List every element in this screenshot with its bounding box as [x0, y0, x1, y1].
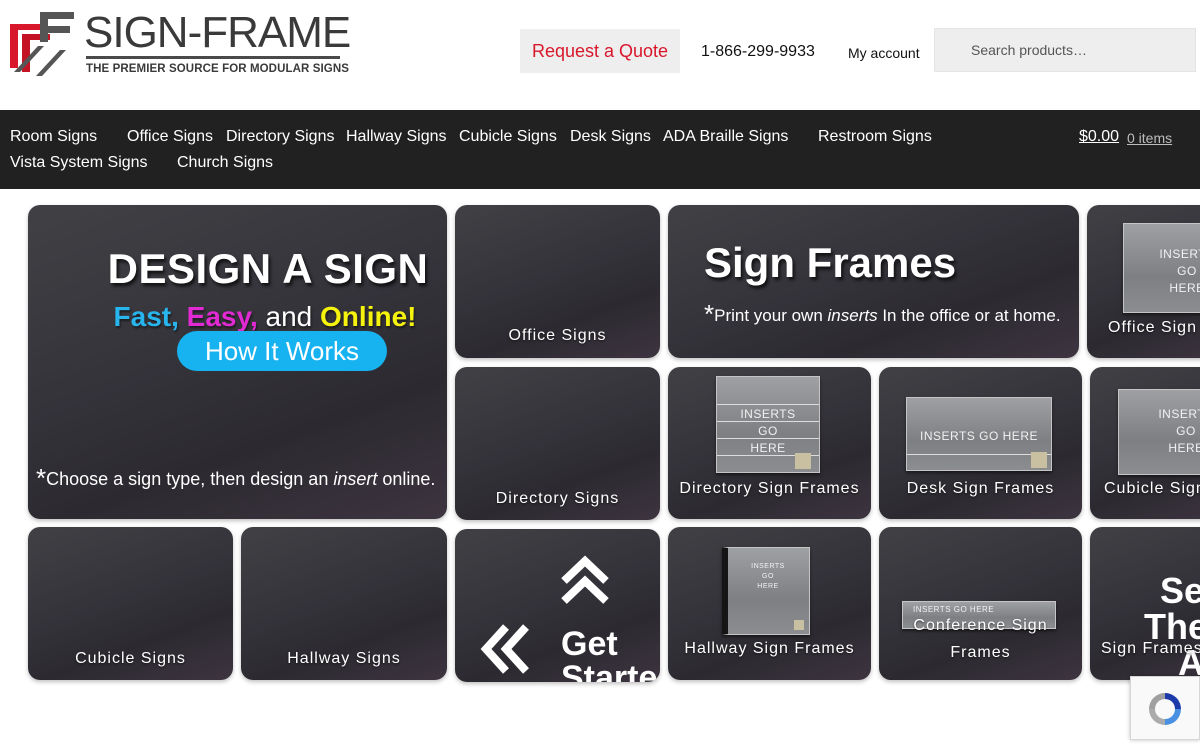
tile-label: Cubicle Signs [75, 650, 186, 667]
tile-label: Hallway Signs [287, 650, 401, 667]
sign-frames-title: Sign Frames [704, 239, 957, 286]
easy-text: Easy, [186, 301, 258, 332]
cubicle-sign-frames-tile[interactable]: INSERTSGOHERE Cubicle Sign Frames [1090, 367, 1200, 519]
cubicle-signs-tile[interactable]: Cubicle Signs [28, 527, 233, 680]
hallway-sign-frames-tile[interactable]: INSERTS GO HERE Hallway Sign Frames [668, 527, 871, 680]
tile-label: Directory Sign Frames [679, 480, 860, 497]
tile-label: Cubicle Sign Frames [1104, 480, 1200, 497]
tile-label: Desk Sign Frames [906, 480, 1055, 497]
corner-logo-icon [795, 453, 811, 469]
cubicle-sign-frame-image: INSERTSGOHERE [1118, 389, 1200, 475]
cart-total[interactable]: $0.00 [1079, 128, 1119, 146]
how-it-works-button[interactable]: How It Works [177, 331, 387, 371]
tile-label: Directory Signs [495, 490, 620, 507]
logo-wordmark: SIGN-FRAME [84, 8, 351, 57]
fast-text: Fast, [113, 301, 179, 332]
see-them-all-text: SeeThemAll [1144, 570, 1200, 681]
phone-link[interactable]: 1-866-299-9933 [701, 43, 815, 61]
desk-sign-frames-tile[interactable]: INSERTS GO HERE Desk Sign Frames [879, 367, 1082, 519]
tile-label: Office Signs [508, 327, 607, 344]
tile-label: Hallway Sign Frames [684, 640, 855, 657]
office-sign-frame-image: INSERTSGOHERE [1123, 223, 1200, 313]
office-sign-frames-tile[interactable]: INSERTSGOHERE Office Sign Frames [1087, 205, 1200, 358]
nav-item-vista-system-signs[interactable]: Vista System Signs [10, 154, 148, 172]
nav-item-hallway-signs[interactable]: Hallway Signs [346, 128, 446, 146]
conference-sign-frames-tile[interactable]: INSERTS GO HERE Conference Sign Frames [879, 527, 1082, 680]
cart-count[interactable]: 0 items [1127, 130, 1172, 146]
recaptcha-badge[interactable] [1130, 676, 1200, 740]
page: SIGN-FRAME THE PREMIER SOURCE FOR MODULA… [0, 0, 1200, 750]
tile-label: Conference Sign Frames [913, 617, 1048, 661]
desk-sign-frame-image: INSERTS GO HERE [906, 397, 1052, 471]
directory-sign-frames-tile[interactable]: INSERTS GO HERE Directory Sign Frames [668, 367, 871, 519]
corner-logo-icon [794, 620, 804, 630]
hallway-signs-tile[interactable]: Hallway Signs [241, 527, 447, 680]
site-logo[interactable]: SIGN-FRAME THE PREMIER SOURCE FOR MODULA… [10, 8, 351, 78]
get-started-text: GetStarted! [561, 625, 660, 682]
and-text: and [265, 301, 313, 332]
see-them-all-tile[interactable]: SeeThemAll Sign Frames [1090, 527, 1200, 680]
design-title: DESIGN A SIGN [107, 245, 429, 292]
nav-item-directory-signs[interactable]: Directory Signs [226, 128, 334, 146]
tile-label: Sign Frames [1101, 640, 1200, 657]
nav-item-room-signs[interactable]: Room Signs [10, 128, 97, 146]
hallway-sign-frame-image: INSERTS GO HERE [722, 547, 810, 635]
main-nav: Room Signs Office Signs Directory Signs … [0, 110, 1200, 189]
get-started-tile[interactable]: GetStarted! [455, 529, 660, 682]
nav-item-desk-signs[interactable]: Desk Signs [570, 128, 651, 146]
chevron-left-icon [480, 624, 529, 674]
directory-signs-tile[interactable]: Directory Signs [455, 367, 660, 520]
chevron-up-icon [561, 555, 609, 604]
sign-frames-tile[interactable]: Sign Frames *Print your own inserts In t… [668, 205, 1079, 358]
online-text: Online! [320, 301, 417, 332]
design-a-sign-tile[interactable]: DESIGN A SIGN Fast, Easy, and Online! Ho… [28, 205, 447, 519]
recaptcha-icon [1149, 693, 1181, 725]
request-quote-button[interactable]: Request a Quote [520, 29, 680, 73]
nav-item-church-signs[interactable]: Church Signs [177, 154, 273, 172]
logo-rule [86, 56, 340, 59]
sign-frames-note: *Print your own inserts In the office or… [704, 299, 1061, 329]
tile-label: Office Sign Frames [1108, 319, 1200, 336]
nav-item-ada-braille-signs[interactable]: ADA Braille Signs [663, 128, 788, 146]
nav-item-cubicle-signs[interactable]: Cubicle Signs [459, 128, 557, 146]
directory-sign-frame-image: INSERTS GO HERE [716, 376, 820, 473]
my-account-link[interactable]: My account [848, 45, 920, 61]
corner-logo-icon [1031, 452, 1047, 468]
nav-item-restroom-signs[interactable]: Restroom Signs [818, 128, 932, 146]
search-input[interactable]: Search products… [934, 28, 1196, 72]
logo-tagline: THE PREMIER SOURCE FOR MODULAR SIGNS [86, 63, 350, 75]
logo-mark-icon [10, 12, 74, 76]
design-subtitle: Fast, Easy, and Online! [88, 301, 442, 333]
office-signs-tile[interactable]: Office Signs [455, 205, 660, 358]
nav-item-office-signs[interactable]: Office Signs [127, 128, 213, 146]
design-note: *Choose a sign type, then design an inse… [36, 463, 436, 493]
